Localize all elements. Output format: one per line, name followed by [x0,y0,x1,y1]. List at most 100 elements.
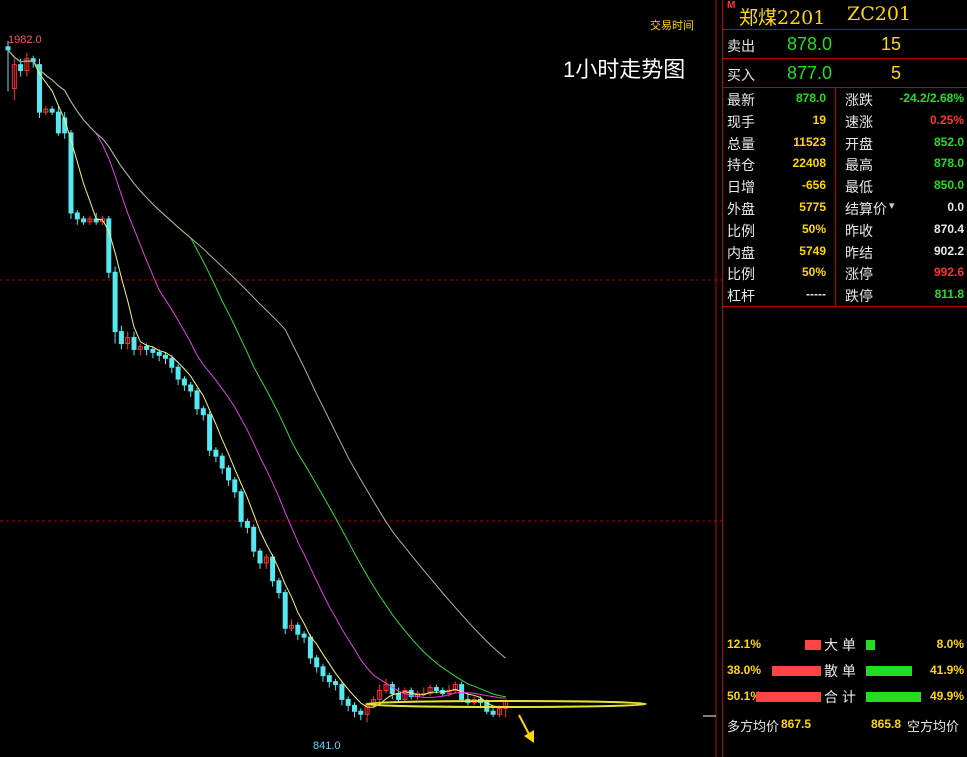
quote-row: 日增 -656 最低 850.0 [723,175,967,196]
candle-body [352,704,357,712]
candle-body [219,455,225,469]
long-avg-label: 多方均价 [727,719,780,734]
flow-left-pct: 12.1% [727,637,762,651]
quote-value: 870.4 [933,221,964,236]
quote-label: 跌停 [845,288,873,305]
candle-body [358,710,364,715]
candle-body [131,337,137,350]
order-flow-row: 12.1% 大 单 8.0% [723,632,967,656]
candle-body [307,636,313,659]
candle-body [301,633,307,638]
quote-value: 22408 [792,156,826,171]
flow-label: 合 计 [824,689,856,705]
quote-value: -24.2/2.68% [899,91,964,105]
flow-red-bar [756,692,821,702]
quote-value: 902.2 [933,243,964,258]
quote-value: 5775 [799,200,826,214]
candle-body [106,218,112,273]
quote-label: 比例 [727,222,755,239]
contract-code: ZC201 [847,3,912,25]
quote-value: -656 [801,178,826,193]
quote-label: 涨停 [845,266,873,283]
candle-body [282,592,288,629]
candle-body [333,681,339,686]
candle-body [207,414,213,451]
trade-time-label[interactable]: 交易时间 [650,17,694,33]
quote-label: 最低 [845,179,873,196]
candle-body [295,624,301,635]
candle-body [326,675,332,683]
candle-body [339,684,345,700]
moving-average-line [7,49,506,698]
candle-body [251,526,257,552]
kline-chart[interactable] [0,0,722,757]
moving-average-line [7,49,507,659]
flow-green-bar [866,692,921,702]
quote-label: 持仓 [727,157,755,174]
quote-value: 878.0 [933,156,964,171]
flow-red-bar [772,666,821,676]
candle-body [433,687,439,692]
candle-body [276,580,282,594]
quote-label: 速涨 [845,113,873,130]
quote-row: 比例 50% 涨停 992.6 [723,262,967,283]
candle-body [396,692,402,700]
candle-body [490,710,496,715]
quote-value: 50% [801,221,826,236]
quote-value: 11523 [793,134,826,149]
candle-body [163,354,168,359]
flow-label: 大 单 [824,637,856,653]
ask-price: 878.0 [787,34,833,54]
order-flow-row: 38.0% 散 单 41.9% [723,658,967,682]
quote-row: 外盘 5775 结算价 0.0 ▾ [723,197,967,218]
flow-label: 散 单 [824,663,856,679]
quote-value: 50% [801,265,826,280]
candle-body [345,698,351,706]
candle-body [270,556,276,582]
candle-body [150,348,156,353]
candle-body [200,408,206,416]
quote-row: 现手 19 速涨 0.25% [723,110,967,131]
low-price-label: 841.0 [313,740,341,752]
quote-value: ----- [806,287,826,302]
candle-body [169,357,175,368]
moving-average-line [7,49,506,708]
flow-right-pct: 41.9% [929,663,964,677]
quote-value: 878.0 [795,91,826,105]
flow-red-bar [805,640,821,650]
quote-label: 最高 [845,157,873,174]
quote-row: 持仓 22408 最高 878.0 [723,153,967,174]
quote-label: 比例 [727,266,755,283]
candle-body [244,520,250,528]
quote-label: 昨收 [845,222,873,239]
flow-right-pct: 8.0% [936,637,964,651]
candle-body [81,218,87,223]
flow-green-bar [866,640,875,650]
bid-row[interactable]: 买入 877.0 5 [723,59,967,87]
ask-row[interactable]: 卖出 878.0 15 [723,30,967,58]
candle-body [49,108,55,113]
flow-right-pct: 49.9% [929,689,964,703]
flow-green-bar [866,666,912,676]
quote-row: 内盘 5749 昨结 902.2 [723,241,967,262]
short-avg-value: 865.8 [871,717,902,731]
ask-label: 卖出 [727,38,755,54]
quote-row: 总量 11523 开盘 852.0 [723,132,967,153]
quote-value: 850.0 [933,178,964,193]
candle-body [188,384,194,392]
contract-name: 郑煤2201 [739,7,826,29]
high-price-label: 1982.0 [8,34,42,46]
quote-label: 内盘 [727,244,755,261]
candle-body [156,351,162,356]
kline-chart-area[interactable]: 交易时间 1小时走势图 1982.0 841.0 [0,0,722,757]
dropdown-arrow-icon[interactable]: ▾ [889,199,895,212]
quote-label: 涨跌 [845,92,873,108]
ask-volume: 15 [881,34,902,54]
quote-value: 19 [812,112,826,127]
candle-body [118,331,124,344]
avg-price-row: 多方均价 867.5 865.8 空方均价 [723,714,967,736]
quote-label: 昨结 [845,244,873,261]
candle-body [181,378,187,386]
quote-value: 0.0 [947,200,964,214]
column-divider [835,88,836,306]
